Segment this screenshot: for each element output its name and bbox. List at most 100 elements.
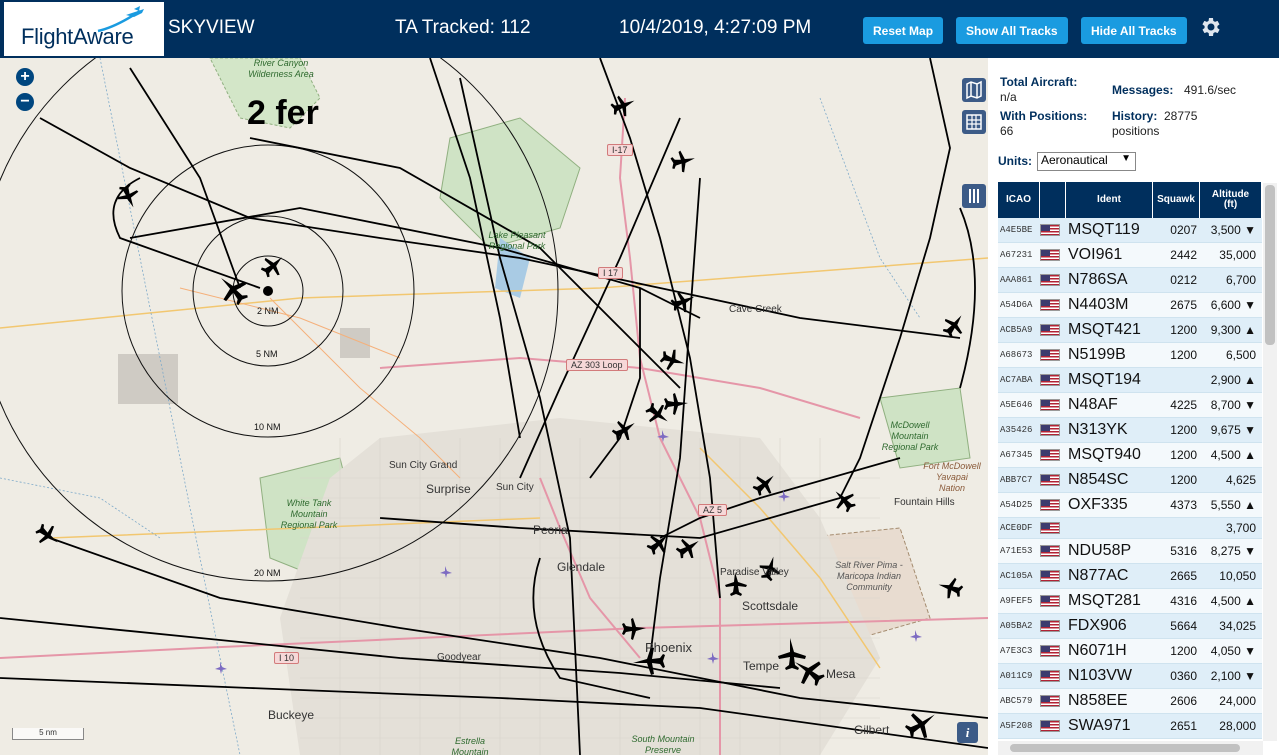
row-altitude: 9,300 ▲ <box>1210 323 1256 337</box>
table-row[interactable]: A011C9 N103VW 0360 2,100 ▼ <box>998 664 1262 689</box>
row-squawk: 1200 <box>1170 448 1197 462</box>
row-icao: AC7ABA <box>1000 375 1033 385</box>
map-view[interactable]: 2 NM 5 NM 10 NM 20 NM Sun City Grand Sur… <box>0 58 988 755</box>
table-row[interactable]: AC105A N877AC 2665 10,050 <box>998 564 1262 589</box>
gear-icon[interactable] <box>1198 15 1222 39</box>
table-row[interactable]: ACB5A9 MSQT421 1200 9,300 ▲ <box>998 318 1262 343</box>
row-squawk: 1200 <box>1170 423 1197 437</box>
row-altitude: 3,500 ▼ <box>1210 223 1256 237</box>
row-ident: N858EE <box>1068 692 1128 709</box>
zoom-out-button[interactable]: − <box>16 93 34 111</box>
col-icao[interactable]: ICAO <box>998 182 1040 218</box>
table-row[interactable]: A4E5BE MSQT119 0207 3,500 ▼ <box>998 218 1262 243</box>
table-row[interactable]: A05BA2 FDX906 5664 34,025 <box>998 614 1262 639</box>
row-icao: ABB7C7 <box>1000 475 1033 485</box>
place-label: Gilbert <box>854 723 890 737</box>
row-altitude: 3,700 <box>1225 521 1256 535</box>
row-squawk: 2606 <box>1170 694 1197 708</box>
row-ident: NDU58P <box>1068 542 1132 559</box>
us-flag-icon <box>1040 695 1060 707</box>
table-row[interactable]: A9FEF5 MSQT281 4316 4,500 ▲ <box>998 589 1262 614</box>
show-all-tracks-button[interactable]: Show All Tracks <box>956 17 1068 44</box>
table-row[interactable]: A35426 N313YK 1200 9,675 ▼ <box>998 418 1262 443</box>
col-ident[interactable]: Ident <box>1066 182 1153 218</box>
flightaware-logo[interactable]: FlightAware <box>4 2 164 56</box>
place-label: Mesa <box>826 667 856 681</box>
ring-label-10nm: 10 NM <box>254 422 281 432</box>
column-toggle-button[interactable] <box>962 184 986 208</box>
col-altitude[interactable]: Altitude (ft) <box>1200 182 1262 218</box>
row-altitude: 5,550 ▲ <box>1210 498 1256 512</box>
row-altitude: 28,000 <box>1219 719 1256 733</box>
road-label: AZ 5 <box>698 504 728 516</box>
us-flag-icon <box>1040 720 1060 732</box>
table-row[interactable]: ABC579 N858EE 2606 24,000 <box>998 689 1262 714</box>
reset-map-button[interactable]: Reset Map <box>863 17 944 44</box>
table-row[interactable]: A68673 N5199B 1200 6,500 <box>998 343 1262 368</box>
row-squawk: 0360 <box>1170 669 1197 683</box>
park-label: White Tank Mountain Regional Park <box>280 498 338 530</box>
scrollbar-thumb[interactable] <box>1010 744 1240 752</box>
table-row[interactable]: ACE0DF 3,700 <box>998 518 1262 539</box>
row-altitude: 6,600 ▼ <box>1210 298 1256 312</box>
row-altitude: 4,050 ▼ <box>1210 644 1256 658</box>
row-squawk: 1200 <box>1170 323 1197 337</box>
col-flag[interactable] <box>1040 182 1066 218</box>
header-bar: FlightAware SKYVIEW TA Tracked: 112 10/4… <box>0 0 1279 58</box>
row-ident: MSQT281 <box>1068 592 1141 609</box>
place-label: Cave Creek <box>729 304 782 315</box>
table-body: A4E5BE MSQT119 0207 3,500 ▼ A67231 VOI961 244… <box>998 218 1262 739</box>
table-row[interactable]: ABB7C7 N854SC 1200 4,625 <box>998 468 1262 493</box>
table-row[interactable]: A67345 MSQT940 1200 4,500 ▲ <box>998 443 1262 468</box>
row-altitude: 35,000 <box>1219 248 1256 262</box>
table-row[interactable]: A71E53 NDU58P 5316 8,275 ▼ <box>998 539 1262 564</box>
us-flag-icon <box>1040 274 1060 286</box>
table-horizontal-scrollbar[interactable] <box>998 741 1263 755</box>
row-ident: OXF335 <box>1068 496 1128 513</box>
row-altitude: 8,275 ▼ <box>1210 544 1256 558</box>
table-row[interactable]: A5F208 SWA971 2651 28,000 <box>998 714 1262 739</box>
road-label: I 17 <box>598 267 624 279</box>
row-squawk: 0207 <box>1170 223 1197 237</box>
map-layers-button[interactable] <box>962 78 986 102</box>
map-canvas <box>0 58 988 755</box>
units-label: Units: <box>998 154 1032 168</box>
map-grid-button[interactable] <box>962 110 986 134</box>
table-row[interactable]: A54D25 OXF335 4373 5,550 ▲ <box>998 493 1262 518</box>
table-row[interactable]: A5E646 N48AF 4225 8,700 ▼ <box>998 393 1262 418</box>
us-flag-icon <box>1040 249 1060 261</box>
aircraft-table: ICAO Ident Squawk Altitude (ft) A4E5BE MS… <box>998 182 1262 739</box>
zoom-in-button[interactable]: + <box>16 68 34 86</box>
us-flag-icon <box>1040 424 1060 436</box>
row-ident: N5199B <box>1068 346 1126 363</box>
table-row[interactable]: AC7ABA MSQT194 2,900 ▲ <box>998 368 1262 393</box>
row-icao: A011C9 <box>1000 671 1033 681</box>
logo-text: FlightAware <box>21 24 134 49</box>
us-flag-icon <box>1040 349 1060 361</box>
row-squawk: 2675 <box>1170 298 1197 312</box>
row-ident: N103VW <box>1068 667 1133 684</box>
col-squawk[interactable]: Squawk <box>1153 182 1200 218</box>
row-altitude: 9,675 ▼ <box>1210 423 1256 437</box>
row-squawk: 1200 <box>1170 348 1197 362</box>
row-ident: N313YK <box>1068 421 1128 438</box>
table-row[interactable]: A7E3C3 N6071H 1200 4,050 ▼ <box>998 639 1262 664</box>
road-label: AZ 303 Loop <box>566 359 628 371</box>
scrollbar-thumb[interactable] <box>1265 185 1275 345</box>
table-row[interactable]: A67231 VOI961 2442 35,000 <box>998 243 1262 268</box>
row-icao: A68673 <box>1000 350 1033 360</box>
table-row[interactable]: AAA861 N786SA 0212 6,700 <box>998 268 1262 293</box>
hide-all-tracks-button[interactable]: Hide All Tracks <box>1081 17 1187 44</box>
place-label: Fort McDowell Yavapai Nation <box>923 461 981 493</box>
map-icon <box>966 80 982 100</box>
us-flag-icon <box>1040 399 1060 411</box>
park-label: South Mountain Preserve <box>631 734 695 755</box>
place-label: Surprise <box>426 482 471 496</box>
info-button[interactable]: i <box>957 722 978 743</box>
table-row[interactable]: A54D6A N4403M 2675 6,600 ▼ <box>998 293 1262 318</box>
park-label: Estrella Mountain <box>451 736 489 755</box>
row-icao: A67345 <box>1000 450 1033 460</box>
row-squawk: 0212 <box>1170 273 1197 287</box>
units-select[interactable]: Aeronautical ▼ <box>1037 152 1136 171</box>
table-vertical-scrollbar[interactable] <box>1263 183 1277 741</box>
